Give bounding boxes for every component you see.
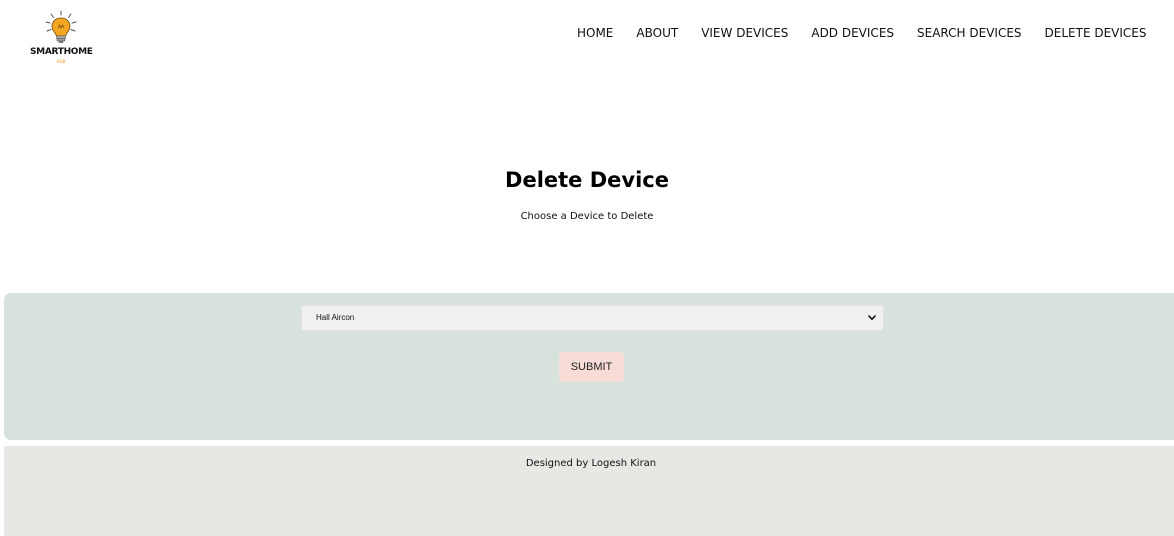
nav-view-devices[interactable]: VIEW DEVICES [690, 26, 800, 40]
brand-name: SMARTHOME [30, 47, 93, 57]
brand-tagline: HUB [56, 59, 66, 64]
delete-device-form: Hall Aircon SUBMIT [4, 293, 1174, 440]
chevron-down-icon [868, 315, 876, 320]
brand-logo[interactable]: SMARTHOME HUB [30, 10, 93, 66]
nav-search-devices[interactable]: SEARCH DEVICES [906, 26, 1034, 40]
device-select-value: Hall Aircon [316, 313, 355, 322]
lightbulb-icon [45, 10, 77, 43]
main-nav: HOME ABOUT VIEW DEVICES ADD DEVICES SEAR… [565, 26, 1158, 40]
nav-add-devices[interactable]: ADD DEVICES [800, 26, 906, 40]
page-subtitle: Choose a Device to Delete [520, 211, 654, 222]
nav-delete-devices[interactable]: DELETE DEVICES [1033, 26, 1158, 40]
footer-credit: Designed by Logesh Kiran [525, 458, 657, 469]
submit-button[interactable]: SUBMIT [559, 352, 624, 382]
site-footer: Designed by Logesh Kiran [4, 446, 1174, 536]
nav-about[interactable]: ABOUT [625, 26, 690, 40]
device-select[interactable]: Hall Aircon [301, 305, 884, 331]
site-header: SMARTHOME HUB HOME ABOUT VIEW DEVICES AD… [0, 0, 1174, 72]
page-title: Delete Device [505, 168, 669, 192]
nav-home[interactable]: HOME [565, 26, 624, 40]
